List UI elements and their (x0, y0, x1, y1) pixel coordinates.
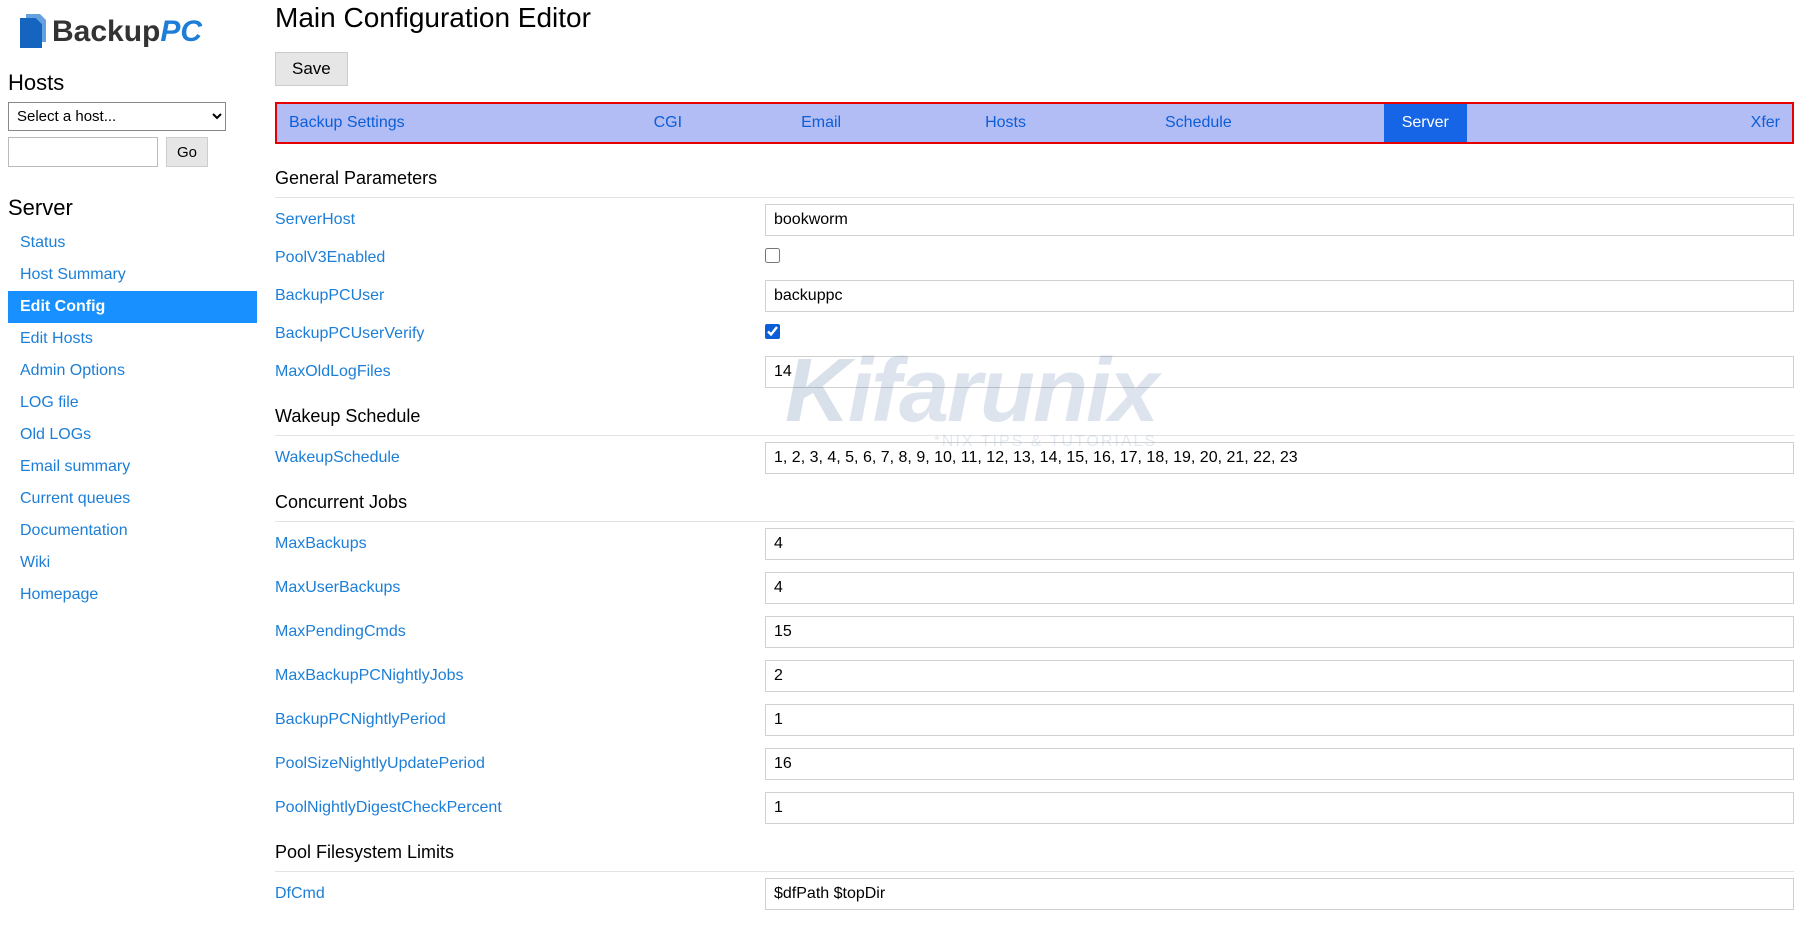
host-select[interactable]: Select a host... (8, 102, 226, 131)
config-tabs: Backup Settings CGI Email Hosts Schedule Serv… (275, 102, 1794, 144)
nav-link[interactable]: Admin Options (20, 362, 125, 379)
nav-link[interactable]: LOG file (20, 394, 79, 411)
host-search-input[interactable] (8, 137, 158, 167)
config-key-MaxBackupPCNightlyJobs[interactable]: MaxBackupPCNightlyJobs (275, 667, 464, 684)
config-key-PoolNightlyDigestCheckPercent[interactable]: PoolNightlyDigestCheckPercent (275, 799, 502, 816)
logo-icon (16, 14, 46, 50)
nav-link[interactable]: Host Summary (20, 266, 126, 283)
sidebar-item-documentation[interactable]: Documentation (8, 515, 257, 547)
config-key-BackupPCNightlyPeriod[interactable]: BackupPCNightlyPeriod (275, 711, 446, 728)
config-input-MaxOldLogFiles[interactable] (765, 356, 1794, 388)
nav-link[interactable]: Current queues (20, 490, 130, 507)
nav-link[interactable]: Edit Hosts (20, 330, 93, 347)
config-key-PoolV3Enabled[interactable]: PoolV3Enabled (275, 249, 385, 266)
sidebar-item-edit-config[interactable]: Edit Config (8, 291, 257, 323)
config-key-ServerHost[interactable]: ServerHost (275, 211, 355, 228)
config-key-DfCmd[interactable]: DfCmd (275, 885, 325, 902)
config-input-PoolV3Enabled[interactable] (765, 248, 780, 263)
config-input-BackupPCNightlyPeriod[interactable] (765, 704, 1794, 736)
config-input-MaxUserBackups[interactable] (765, 572, 1794, 604)
config-input-MaxBackups[interactable] (765, 528, 1794, 560)
sidebar-item-edit-hosts[interactable]: Edit Hosts (8, 323, 257, 355)
server-header: Server (8, 193, 257, 227)
section-header-pool: Pool Filesystem Limits (275, 836, 1794, 872)
sidebar-item-log-file[interactable]: LOG file (8, 387, 257, 419)
config-key-MaxOldLogFiles[interactable]: MaxOldLogFiles (275, 363, 391, 380)
save-button[interactable]: Save (275, 52, 348, 86)
page-title: Main Configuration Editor (275, 2, 1794, 34)
config-input-PoolSizeNightlyUpdatePeriod[interactable] (765, 748, 1794, 780)
sidebar-item-wiki[interactable]: Wiki (8, 547, 257, 579)
sidebar-item-email-summary[interactable]: Email summary (8, 451, 257, 483)
sidebar-item-status[interactable]: Status (8, 227, 257, 259)
nav-link[interactable]: Edit Config (20, 298, 105, 315)
config-input-MaxPendingCmds[interactable] (765, 616, 1794, 648)
sidebar-item-homepage[interactable]: Homepage (8, 579, 257, 611)
config-key-MaxPendingCmds[interactable]: MaxPendingCmds (275, 623, 406, 640)
tab-server[interactable]: Server (1384, 104, 1467, 142)
config-input-BackupPCUser[interactable] (765, 280, 1794, 312)
sidebar-item-current-queues[interactable]: Current queues (8, 483, 257, 515)
config-key-WakeupSchedule[interactable]: WakeupSchedule (275, 449, 400, 466)
nav-link[interactable]: Wiki (20, 554, 50, 571)
hosts-header: Hosts (8, 68, 257, 102)
sidebar-item-admin-options[interactable]: Admin Options (8, 355, 257, 387)
nav-link[interactable]: Email summary (20, 458, 130, 475)
config-key-MaxUserBackups[interactable]: MaxUserBackups (275, 579, 400, 596)
config-input-BackupPCUserVerify[interactable] (765, 324, 780, 339)
section-header-wakeup: Wakeup Schedule (275, 400, 1794, 436)
config-key-BackupPCUserVerify[interactable]: BackupPCUserVerify (275, 325, 424, 342)
tab-xfer[interactable]: Xfer (1739, 104, 1792, 142)
config-input-DfCmd[interactable] (765, 878, 1794, 910)
config-key-PoolSizeNightlyUpdatePeriod[interactable]: PoolSizeNightlyUpdatePeriod (275, 755, 485, 772)
section-header-general: General Parameters (275, 162, 1794, 198)
logo-text: BackupPC (52, 15, 202, 49)
tab-backup-settings[interactable]: Backup Settings (277, 104, 417, 142)
nav-list: Status Host Summary Edit Config Edit Hosts A… (8, 227, 257, 611)
config-input-MaxBackupPCNightlyJobs[interactable] (765, 660, 1794, 692)
logo: BackupPC (8, 8, 257, 68)
nav-link[interactable]: Old LOGs (20, 426, 91, 443)
config-key-BackupPCUser[interactable]: BackupPCUser (275, 287, 384, 304)
tab-cgi[interactable]: CGI (642, 104, 694, 142)
go-button[interactable]: Go (166, 137, 208, 167)
sidebar-item-host-summary[interactable]: Host Summary (8, 259, 257, 291)
nav-link[interactable]: Homepage (20, 586, 98, 603)
config-input-WakeupSchedule[interactable] (765, 442, 1794, 474)
config-key-MaxBackups[interactable]: MaxBackups (275, 535, 367, 552)
config-input-ServerHost[interactable] (765, 204, 1794, 236)
tab-email[interactable]: Email (789, 104, 853, 142)
nav-link[interactable]: Status (20, 234, 65, 251)
config-input-PoolNightlyDigestCheckPercent[interactable] (765, 792, 1794, 824)
section-header-concurrent: Concurrent Jobs (275, 486, 1794, 522)
tab-schedule[interactable]: Schedule (1153, 104, 1244, 142)
sidebar-item-old-logs[interactable]: Old LOGs (8, 419, 257, 451)
nav-link[interactable]: Documentation (20, 522, 128, 539)
tab-hosts[interactable]: Hosts (973, 104, 1038, 142)
